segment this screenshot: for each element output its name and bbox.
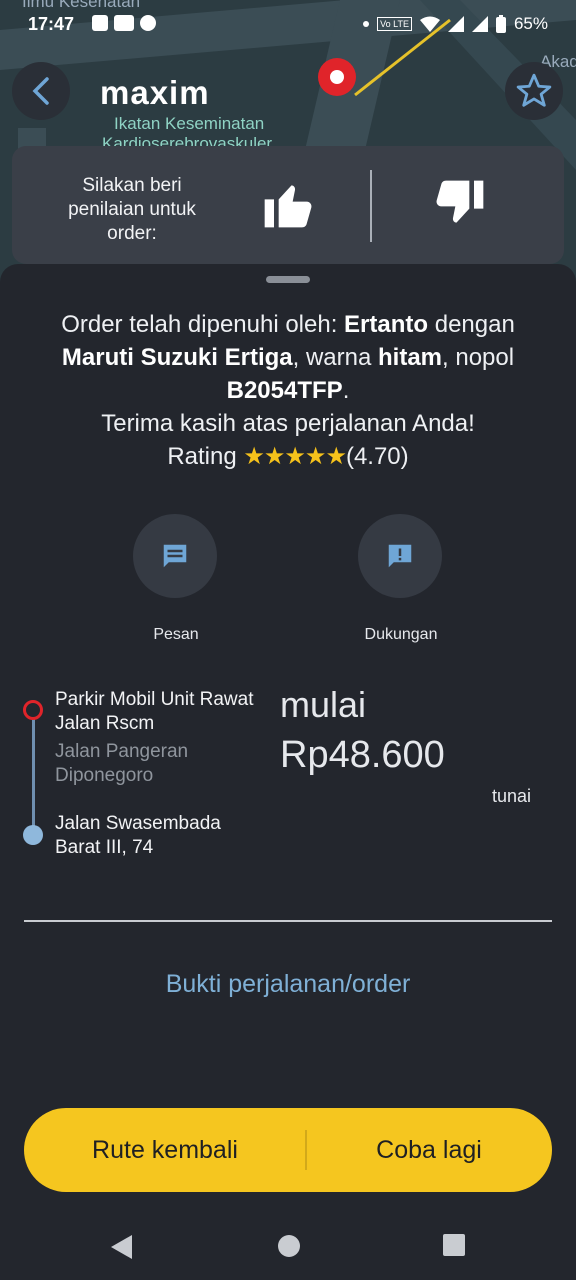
wifi-icon: [419, 16, 440, 32]
signal-icon-2: [471, 16, 488, 32]
return-route-button[interactable]: Rute kembali: [24, 1108, 306, 1192]
rating-stars-icon: ★★★★★: [243, 443, 347, 470]
support-label: Dukungan: [364, 626, 438, 643]
nav-back-icon[interactable]: [110, 1234, 134, 1260]
destination-address: Jalan Swasembada Barat III, 74: [55, 813, 221, 858]
thumbs-down-button[interactable]: [430, 176, 490, 232]
star-outline-icon: [516, 73, 552, 107]
summary-plate-label: , nopol: [442, 344, 515, 371]
rating-prompt-text: Silakan beri penilaian untuk order:: [68, 175, 196, 244]
trip-proof-link[interactable]: Bukti perjalanan/order: [0, 970, 576, 999]
price-amount: Rp48.600: [280, 734, 445, 776]
destination-flag-icon: [23, 825, 43, 845]
signal-icon: [447, 16, 464, 32]
car-color: hitam: [378, 344, 443, 371]
status-system-icons: Vo LTE 65%: [363, 14, 548, 34]
drag-handle[interactable]: [266, 276, 310, 283]
order-sheet: Order telah dipenuhi oleh: Ertanto denga…: [0, 264, 576, 1280]
section-divider: [24, 920, 552, 922]
facebook-icon: [92, 15, 108, 31]
dot-icon: [363, 21, 370, 27]
chat-icon: [163, 544, 187, 568]
thanks-text: Terima kasih atas perjalanan Anda!: [101, 410, 475, 437]
support-button[interactable]: [358, 514, 442, 598]
status-bar: 17:47 Vo LTE 65%: [0, 0, 576, 50]
thumbs-down-icon: [436, 180, 484, 223]
rating-divider: [370, 170, 372, 242]
back-button[interactable]: [12, 62, 70, 120]
start-point-icon: [23, 700, 43, 720]
pickup-street: Jalan Pangeran Diponegoro: [55, 741, 189, 786]
rating-card: Silakan beri penilaian untuk order:: [12, 146, 564, 264]
order-summary: Order telah dipenuhi oleh: Ertanto denga…: [61, 311, 515, 470]
bottom-action-bar: Rute kembali Coba lagi: [24, 1108, 552, 1192]
message-button[interactable]: [133, 514, 217, 598]
system-nav-bar: [0, 1210, 576, 1280]
license-plate: B2054TFP: [226, 377, 343, 404]
map-poi-label: Ikatan Keseminatan: [114, 114, 265, 133]
price-prefix: mulai: [280, 684, 367, 725]
summary-prefix: Order telah dipenuhi oleh:: [61, 311, 338, 338]
pickup-address: Parkir Mobil Unit Rawat Jalan Rscm: [55, 689, 254, 734]
status-time: 17:47: [28, 14, 75, 34]
chevron-left-icon: [32, 77, 49, 105]
thumbs-up-icon: [264, 185, 312, 228]
support-action[interactable]: Dukungan: [358, 514, 444, 644]
battery-percent: 65%: [513, 14, 548, 33]
status-notification-icons: [92, 15, 156, 31]
summary-color-label: , warna: [292, 344, 372, 371]
driver-name: Ertanto: [344, 311, 429, 338]
rating-label: Rating: [167, 443, 237, 470]
chrome-icon: [140, 15, 156, 31]
thumbs-up-button[interactable]: [258, 176, 318, 232]
route-line: [32, 716, 35, 834]
nav-home-icon[interactable]: [277, 1234, 301, 1258]
message-action[interactable]: Pesan: [133, 514, 219, 644]
summary-with: dengan: [434, 311, 515, 338]
nav-recents-icon[interactable]: [443, 1234, 465, 1256]
volte-icon: Vo LTE: [377, 17, 412, 31]
battery-icon: [495, 15, 506, 33]
payment-method: tunai: [492, 786, 532, 806]
map-pin-icon: [318, 58, 356, 96]
message-label: Pesan: [153, 626, 199, 643]
support-alert-icon: [388, 544, 412, 568]
rating-value: (4.70): [345, 443, 409, 470]
youtube-icon: [114, 15, 134, 31]
try-again-button[interactable]: Coba lagi: [306, 1108, 552, 1192]
car-model: Maruti Suzuki Ertiga: [61, 344, 293, 371]
favorite-button[interactable]: [505, 62, 563, 120]
maxim-logo: maxim: [100, 74, 210, 111]
